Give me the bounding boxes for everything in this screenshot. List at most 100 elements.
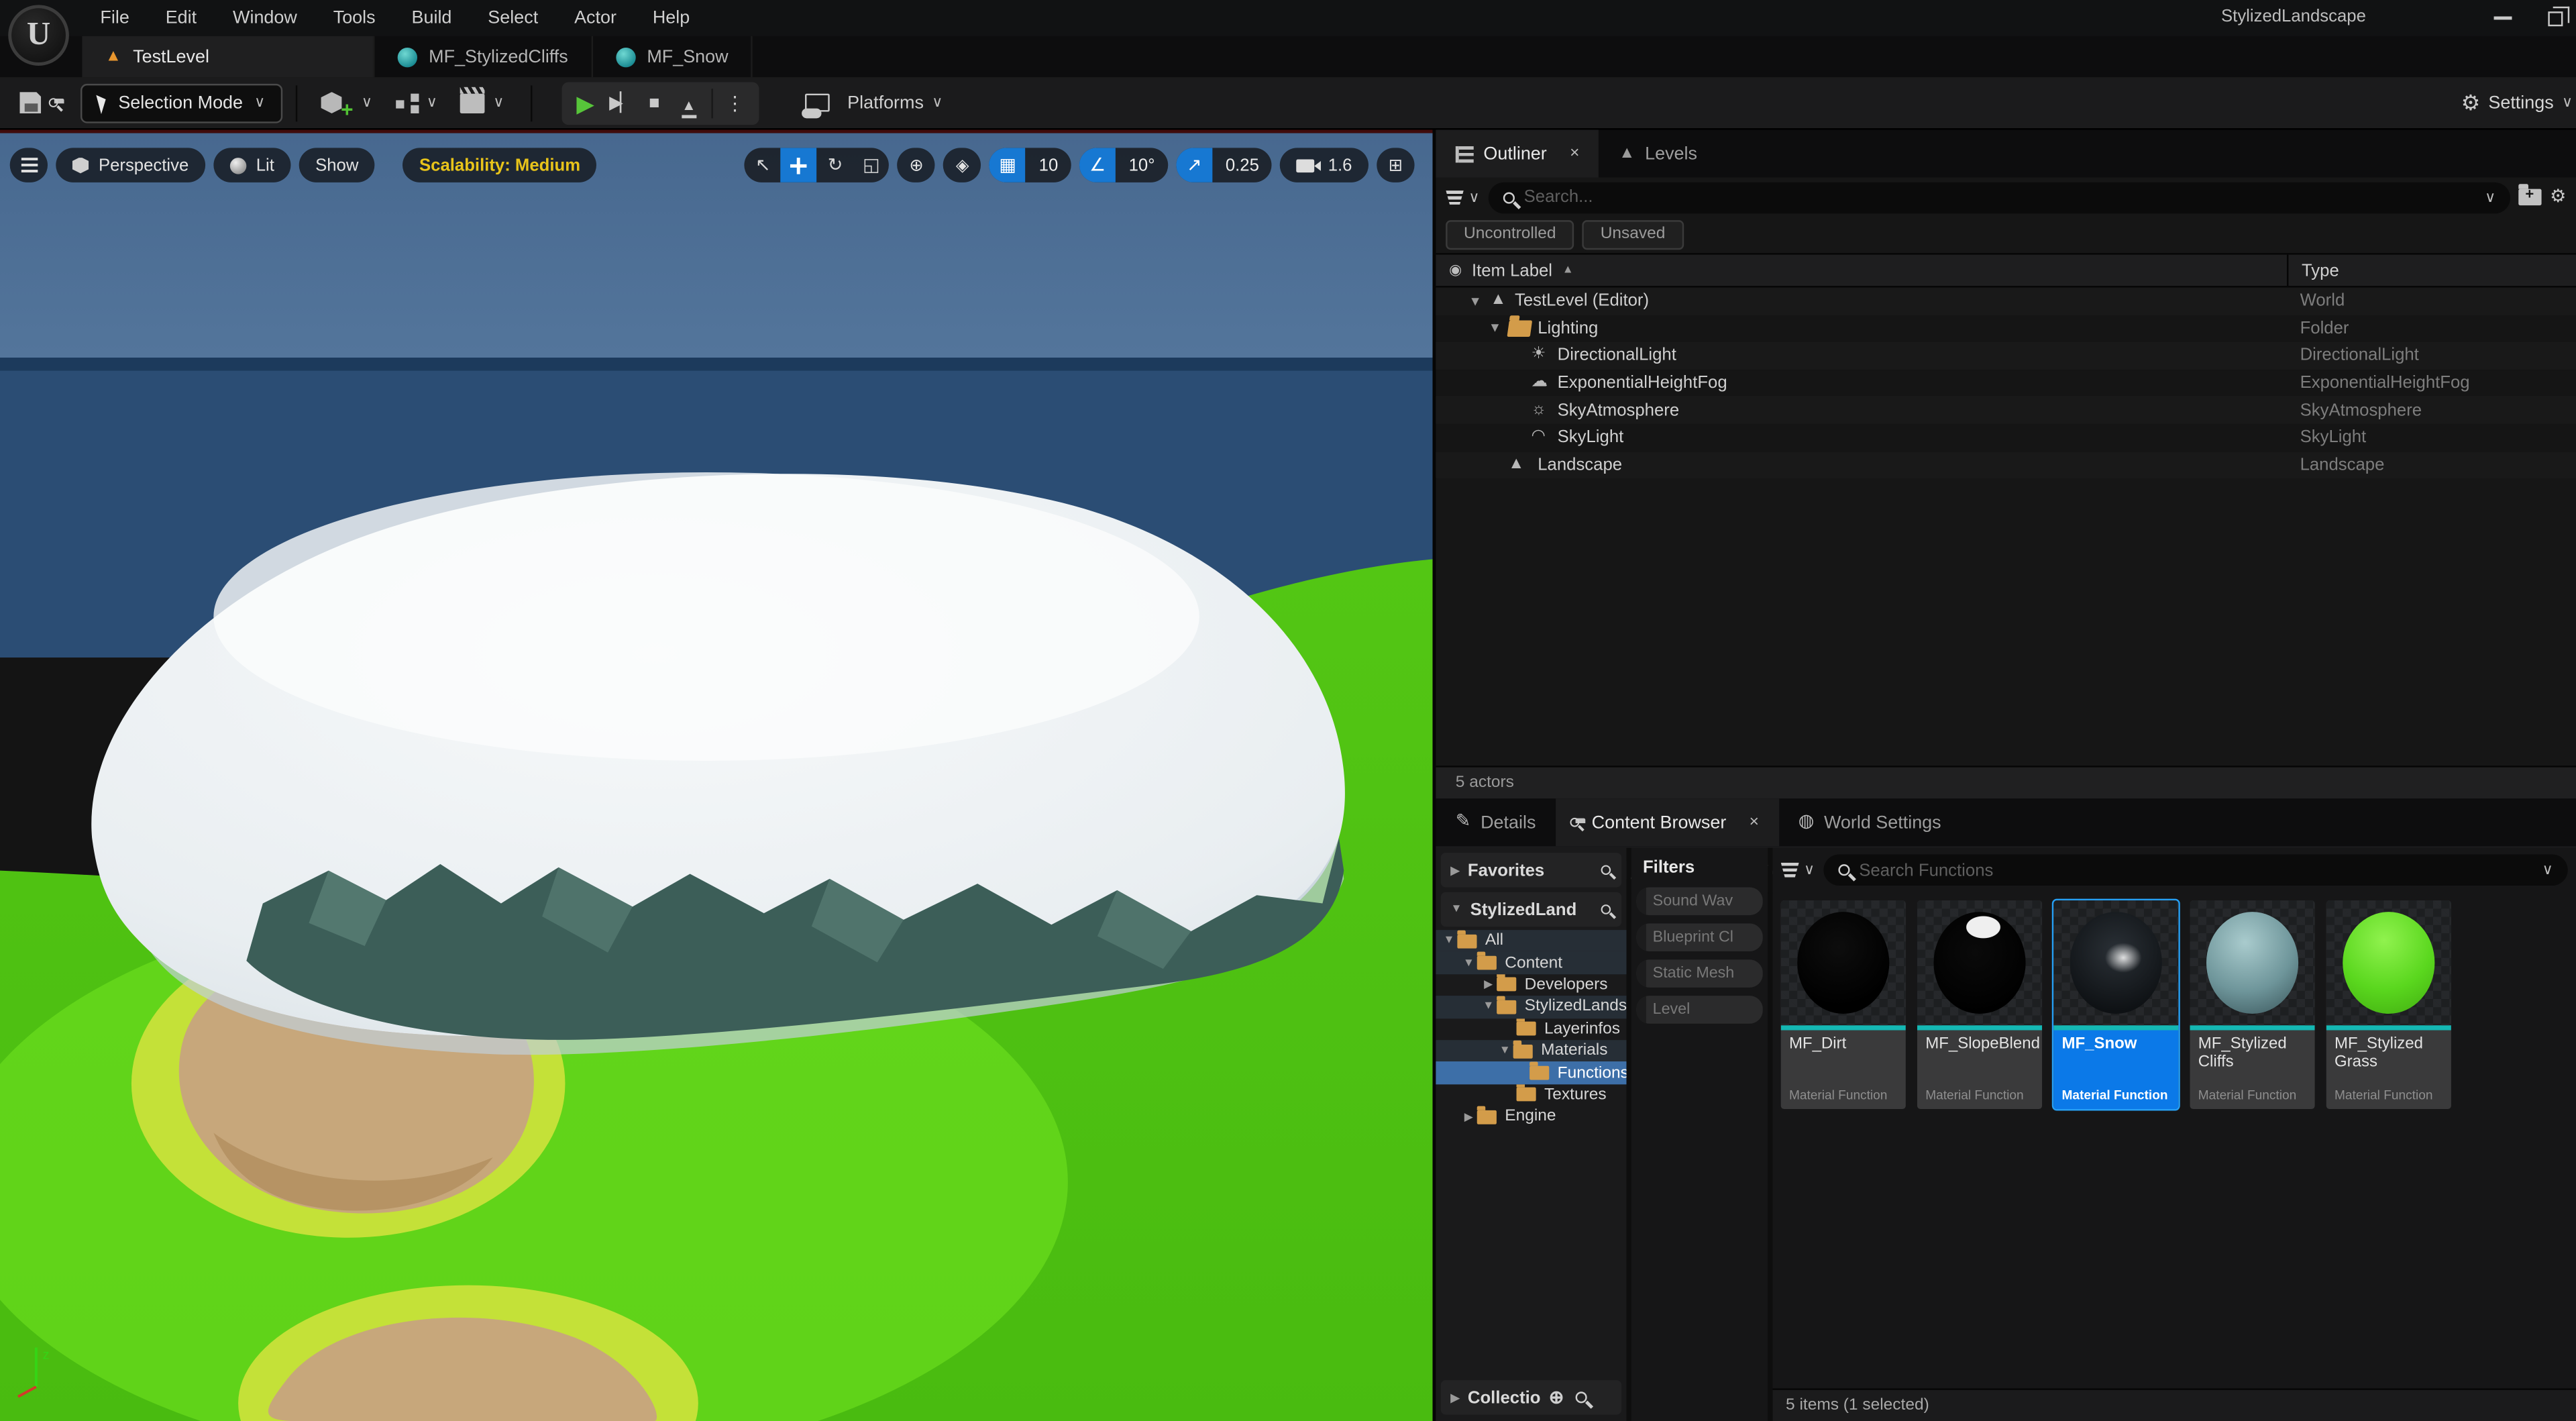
scalability-button[interactable]: Scalability: Medium bbox=[403, 148, 597, 182]
settings-dropdown[interactable]: ⚙ Settings ∨ bbox=[2461, 92, 2576, 113]
folder-all[interactable]: ▼ All bbox=[1436, 930, 1626, 952]
menu-build[interactable]: Build bbox=[394, 1, 470, 34]
asset-mf-stylized-cliffs[interactable]: MF_Stylized Cliffs Material Function bbox=[2190, 900, 2314, 1108]
asset-filter-button[interactable]: ∨ bbox=[1781, 861, 1815, 879]
selection-mode-dropdown[interactable]: Selection Mode ∨ bbox=[80, 83, 283, 123]
grid-snap-control[interactable]: ▦ 10 bbox=[989, 148, 1071, 182]
frame-skip-button[interactable]: ▶▏ bbox=[602, 81, 637, 124]
asset-mf-slopeblend[interactable]: MF_SlopeBlend Material Function bbox=[1917, 900, 2042, 1108]
lit-dropdown[interactable]: Lit bbox=[213, 148, 290, 182]
search-icon[interactable] bbox=[1601, 865, 1611, 875]
move-tool-button[interactable] bbox=[781, 148, 817, 182]
blueprints-dropdown[interactable]: ∨ bbox=[395, 93, 437, 112]
menu-tools[interactable]: Tools bbox=[315, 1, 394, 34]
restore-button[interactable] bbox=[2548, 11, 2563, 25]
asset-mf-dirt[interactable]: MF_Dirt Material Function bbox=[1781, 900, 1906, 1108]
outliner-row-directionallight[interactable]: ☀ DirectionalLight DirectionalLight bbox=[1436, 342, 2576, 370]
save-icon[interactable] bbox=[19, 92, 41, 113]
rotate-tool-button[interactable]: ↻ bbox=[817, 148, 853, 182]
menu-help[interactable]: Help bbox=[635, 1, 708, 34]
uncontrolled-button[interactable]: Uncontrolled bbox=[1446, 220, 1574, 250]
world-local-toggle[interactable]: ⊕ bbox=[898, 148, 935, 182]
folder-content[interactable]: ▼ Content bbox=[1436, 952, 1626, 974]
filter-static-mesh[interactable]: Static Mesh bbox=[1636, 959, 1763, 988]
close-icon[interactable]: × bbox=[1570, 145, 1579, 163]
asset-mf-snow-selected[interactable]: MF_Snow Material Function bbox=[2053, 900, 2178, 1108]
tab-mf-stylizedcliffs[interactable]: MF_StylizedCliffs bbox=[374, 36, 592, 77]
surface-snap-button[interactable]: ◈ bbox=[944, 148, 981, 182]
caret-expanded-icon[interactable]: ▼ bbox=[1489, 321, 1501, 336]
search-icon[interactable] bbox=[1575, 1391, 1587, 1403]
perspective-dropdown[interactable]: Perspective bbox=[56, 148, 205, 182]
close-icon[interactable]: × bbox=[1750, 813, 1759, 831]
menu-file[interactable]: File bbox=[82, 1, 147, 34]
sort-ascending-icon[interactable]: ▲ bbox=[1562, 264, 1574, 276]
maximize-viewport-button[interactable]: ⊞ bbox=[1377, 148, 1414, 182]
filter-level[interactable]: Level bbox=[1636, 996, 1763, 1024]
item-label-column[interactable]: Item Label bbox=[1472, 260, 1552, 280]
search-icon[interactable] bbox=[1601, 904, 1611, 914]
menu-edit[interactable]: Edit bbox=[148, 1, 215, 34]
new-folder-button[interactable] bbox=[2519, 189, 2542, 205]
tab-world-settings[interactable]: ◍ World Settings bbox=[1778, 798, 1961, 846]
unsaved-button[interactable]: Unsaved bbox=[1582, 220, 1684, 250]
menu-actor[interactable]: Actor bbox=[556, 1, 635, 34]
source-header[interactable]: ▼ StylizedLand bbox=[1441, 892, 1621, 927]
tab-levels[interactable]: ▲ Levels bbox=[1599, 129, 1717, 177]
outliner-settings-icon[interactable]: ⚙ bbox=[2550, 188, 2566, 206]
platforms-dropdown[interactable]: Platforms ∨ bbox=[805, 93, 943, 112]
caret-expanded-icon[interactable]: ▼ bbox=[1468, 294, 1481, 309]
tab-mf-snow[interactable]: MF_Snow bbox=[593, 36, 753, 77]
outliner-row-landscape[interactable]: ▲ Landscape Landscape bbox=[1436, 451, 2576, 478]
tab-details[interactable]: ✎ Details bbox=[1436, 798, 1555, 846]
unreal-logo-icon[interactable]: U bbox=[8, 5, 69, 66]
show-dropdown[interactable]: Show bbox=[299, 148, 375, 182]
outliner-row-skyatmosphere[interactable]: ☼ SkyAtmosphere SkyAtmosphere bbox=[1436, 397, 2576, 424]
panel-divider[interactable] bbox=[1626, 848, 1631, 1421]
outliner-search-input[interactable]: Search... ∨ bbox=[1488, 182, 2511, 213]
folder-functions[interactable]: Functions bbox=[1436, 1062, 1626, 1084]
scale-tool-button[interactable]: ◱ bbox=[853, 148, 890, 182]
panel-divider[interactable] bbox=[1768, 848, 1772, 1421]
scale-snap-control[interactable]: ↗ 0.25 bbox=[1176, 148, 1272, 182]
select-tool-button[interactable]: ↖ bbox=[745, 148, 781, 182]
outliner-row-testlevel[interactable]: ▼ ▲ TestLevel (Editor) World bbox=[1436, 288, 2576, 315]
minimize-button[interactable] bbox=[2494, 16, 2512, 19]
menu-select[interactable]: Select bbox=[470, 1, 556, 34]
eject-button[interactable]: ▲ bbox=[672, 81, 706, 124]
add-actor-dropdown[interactable]: + ∨ bbox=[321, 85, 372, 119]
asset-search-row: ∨ Search Functions ∨ bbox=[1772, 848, 2576, 886]
folder-layerinfos[interactable]: Layerinfos bbox=[1436, 1018, 1626, 1040]
viewport-menu-button[interactable] bbox=[10, 148, 48, 182]
camera-speed-control[interactable]: 1.6 bbox=[1281, 148, 1368, 182]
folder-materials[interactable]: ▼ Materials bbox=[1436, 1040, 1626, 1062]
stop-button[interactable]: ■ bbox=[637, 81, 672, 124]
play-button[interactable]: ▶ bbox=[568, 81, 602, 124]
unreal-editor-window: U File Edit Window Tools Build Select Ac… bbox=[0, 0, 2576, 1421]
tab-content-browser[interactable]: Content Browser × bbox=[1556, 798, 1779, 846]
asset-mf-stylized-grass[interactable]: MF_Stylized Grass Material Function bbox=[2326, 900, 2451, 1108]
folder-developers[interactable]: ▶ Developers bbox=[1436, 974, 1626, 996]
outliner-filter-button[interactable]: ∨ bbox=[1446, 188, 1479, 206]
outliner-row-exponentialheightfog[interactable]: ☁ ExponentialHeightFog ExponentialHeight… bbox=[1436, 369, 2576, 397]
folder-textures[interactable]: Textures bbox=[1436, 1084, 1626, 1106]
folder-stylizedlandscape[interactable]: ▼ StylizedLands bbox=[1436, 996, 1626, 1018]
tab-outliner[interactable]: Outliner × bbox=[1436, 129, 1599, 177]
menu-window[interactable]: Window bbox=[215, 1, 315, 34]
outliner-row-skylight[interactable]: ◠ SkyLight SkyLight bbox=[1436, 424, 2576, 452]
rotation-snap-control[interactable]: ∠ 10° bbox=[1079, 148, 1168, 182]
favorites-header[interactable]: ▶ Favorites bbox=[1441, 853, 1621, 887]
eye-icon[interactable]: ◉ bbox=[1449, 261, 1462, 279]
type-column[interactable]: Type bbox=[2287, 255, 2576, 286]
asset-search-input[interactable]: Search Functions ∨ bbox=[1823, 854, 2567, 886]
add-collection-icon[interactable]: ⊕ bbox=[1549, 1387, 1564, 1408]
outliner-row-lighting[interactable]: ▼ Lighting Folder bbox=[1436, 315, 2576, 342]
viewport[interactable]: z Perspective Lit Show Scalability: Medi… bbox=[0, 129, 1433, 1421]
filter-sound-wave[interactable]: Sound Wav bbox=[1636, 887, 1763, 915]
folder-engine[interactable]: ▶ Engine bbox=[1436, 1106, 1626, 1128]
tab-testlevel[interactable]: ▲ TestLevel bbox=[82, 36, 374, 77]
play-options-button[interactable]: ⋮ bbox=[718, 81, 752, 124]
filter-blueprint-class[interactable]: Blueprint Cl bbox=[1636, 923, 1763, 951]
cinematics-dropdown[interactable]: ∨ bbox=[460, 93, 504, 112]
collections-header[interactable]: ▶ Collectio ⊕ bbox=[1441, 1380, 1621, 1414]
